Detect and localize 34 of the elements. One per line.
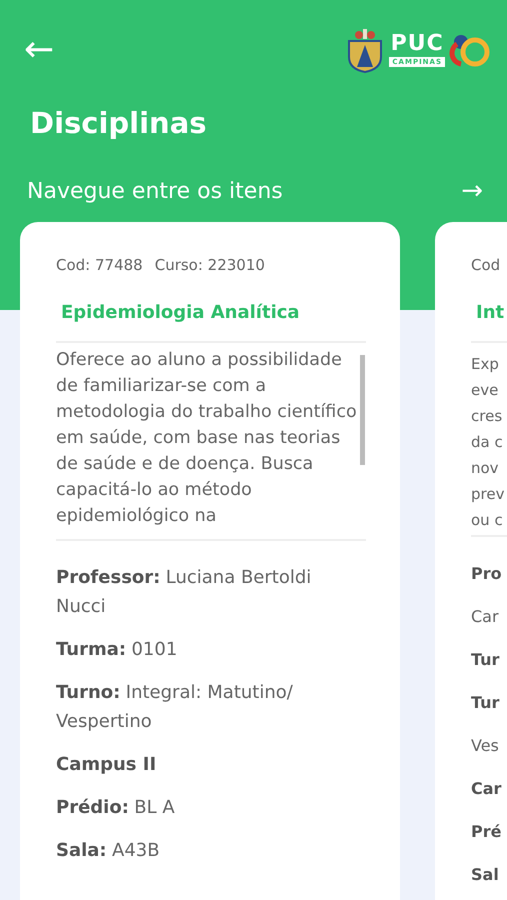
description-line: da c xyxy=(471,432,504,453)
description-line: nov xyxy=(471,458,500,479)
logo-name: PUC xyxy=(390,33,444,55)
detail-line: Car xyxy=(471,606,500,628)
description-line: eve xyxy=(471,380,500,401)
course-title: Int xyxy=(476,302,506,323)
course-code: Cod xyxy=(471,256,500,274)
course-detail: Prédio: BL A xyxy=(56,796,176,820)
rings-icon xyxy=(449,32,491,68)
back-button[interactable]: ← xyxy=(24,32,54,68)
description-line: prev xyxy=(471,484,506,505)
next-button[interactable]: → xyxy=(461,176,483,206)
course-code: Cod: 77488 xyxy=(56,256,143,274)
description-line: ou c xyxy=(471,510,504,531)
page-title: Disciplinas xyxy=(29,105,208,140)
detail-line: Sal xyxy=(471,864,500,886)
course-detail: Turno: Integral: Matutino/ Vespertino xyxy=(56,681,294,734)
program-code: Curso: 223010 xyxy=(154,256,265,274)
course-detail: Turma: 0101 xyxy=(56,638,178,662)
detail-line: Ves xyxy=(471,735,500,757)
course-title: Epidemiologia Analítica xyxy=(61,302,301,323)
description-line: Exp xyxy=(471,354,500,375)
course-detail: Sala: A43B xyxy=(56,839,161,863)
course-description: Oferece ao aluno a possibilidade de familiarizar-se com a metodologia do trabalho científico em saúde, com base nas teorias de saúde e de doença. Busca capacitá-lo ao método epidemiológico na xyxy=(56,349,358,528)
carousel-hint: Navegue entre os itens xyxy=(27,178,283,204)
scrollbar[interactable] xyxy=(360,355,365,465)
detail-line: Tur xyxy=(471,692,500,714)
detail-line: Car xyxy=(471,778,502,800)
description-line: cres xyxy=(471,406,504,427)
detail-line: Pré xyxy=(471,821,502,843)
course-detail: Campus II xyxy=(56,753,158,777)
detail-line: Pro xyxy=(471,563,503,585)
detail-line: Tur xyxy=(471,649,500,671)
course-detail: Professor: Luciana Bertoldi Nucci xyxy=(56,566,312,619)
